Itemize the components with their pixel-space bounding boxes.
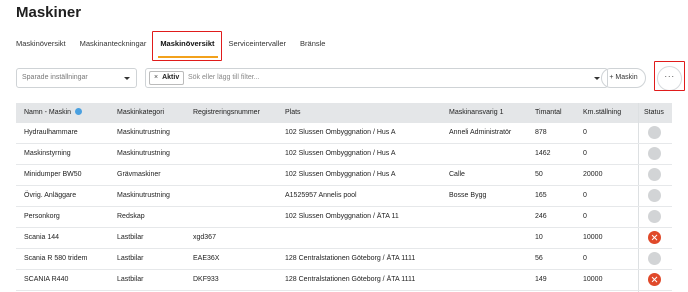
column-header-name[interactable]: Namn - Maskin (24, 103, 83, 123)
cell-km: 10000 (583, 276, 603, 283)
table-row[interactable]: Scania R 580 tridem Lastbilar EAE36X 128 Ce… (16, 249, 672, 270)
sort-icon[interactable] (75, 108, 83, 115)
table-header: Namn - Maskin Maskinkategori Registrerin… (16, 103, 672, 123)
toolbar: Sparade inställningar × Aktiv Sök eller l… (16, 66, 682, 91)
add-machine-button[interactable]: + Maskin (601, 68, 646, 88)
cell-category: Lastbilar (117, 255, 144, 262)
table-row[interactable]: Övrig. Anläggare Maskinutrustning A1525957… (16, 186, 672, 207)
cell-place: 128 Centralstationen Göteborg / ÄTA 1111 (285, 276, 416, 283)
cell-reg: EAE36X (193, 255, 220, 262)
cell-category: Maskinutrustning (117, 129, 170, 136)
filter-placeholder: Sök eller lägg till filter... (188, 74, 260, 81)
column-header-hours[interactable]: Timantal (535, 103, 562, 123)
tab-serviceintervaller[interactable]: Serviceintervaller (229, 33, 287, 55)
status-inactive-icon[interactable] (648, 210, 661, 223)
cell-reg: DKF933 (193, 276, 219, 283)
cell-name: Scania R 580 tridem (24, 255, 88, 262)
cell-km: 0 (583, 213, 587, 220)
cell-place: A1525957 Annelis pool (285, 192, 357, 199)
status-error-icon[interactable] (648, 231, 661, 244)
column-header-km[interactable]: Km.ställning (583, 103, 621, 123)
cell-km: 0 (583, 129, 587, 136)
saved-settings-select[interactable]: Sparade inställningar (16, 68, 137, 88)
cell-category: Redskap (117, 213, 145, 220)
cell-km: 10000 (583, 234, 603, 241)
tab-maskinoversikt[interactable]: Maskinöversikt (16, 33, 66, 55)
table-row[interactable]: Minidumper BW50 Grävmaskiner 102 Slussen O… (16, 165, 672, 186)
status-error-icon[interactable] (648, 273, 661, 286)
column-header-category[interactable]: Maskinkategori (117, 103, 164, 123)
cell-reg: xgd367 (193, 234, 216, 241)
cell-category: Maskinutrustning (117, 150, 170, 157)
filter-chip-label: Aktiv (162, 74, 180, 81)
table-row[interactable]: Hydraulhammare Maskinutrustning 102 Slusse… (16, 123, 672, 144)
column-header-reg[interactable]: Registreringsnummer (193, 103, 260, 123)
status-inactive-icon[interactable] (648, 252, 661, 265)
cell-place: 102 Slussen Ombyggnation / Hus A (285, 171, 396, 178)
status-inactive-icon[interactable] (648, 126, 661, 139)
cell-km: 20000 (583, 171, 603, 178)
cell-responsible: Anneli Administratör (449, 129, 512, 136)
cell-hours: 10 (535, 234, 543, 241)
cell-hours: 149 (535, 276, 547, 283)
column-header-status[interactable]: Status (644, 103, 664, 123)
cell-responsible: Bosse Bygg (449, 192, 487, 199)
cell-name: SCANIA R440 (24, 276, 69, 283)
cell-place: 102 Slussen Ombyggnation / ÄTA 11 (285, 213, 399, 220)
cell-name: Minidumper BW50 (24, 171, 82, 178)
cell-name: Hydraulhammare (24, 129, 78, 136)
table-row[interactable]: Scania 144 Lastbilar xgd367 10 10000 (16, 228, 672, 249)
cell-responsible: Calle (449, 171, 465, 178)
highlight-box-active-tab (152, 31, 222, 61)
cell-hours: 50 (535, 171, 543, 178)
chevron-down-icon (124, 77, 130, 80)
cell-place: 102 Slussen Ombyggnation / Hus A (285, 150, 396, 157)
table-row[interactable]: Personkorg Redskap 102 Slussen Ombyggnatio… (16, 207, 672, 228)
cell-category: Lastbilar (117, 276, 144, 283)
saved-settings-placeholder: Sparade inställningar (22, 74, 88, 81)
column-header-responsible[interactable]: Maskinansvarig 1 (449, 103, 503, 123)
cell-hours: 1462 (535, 150, 551, 157)
filter-chip-aktiv[interactable]: × Aktiv (149, 71, 185, 85)
cell-km: 0 (583, 150, 587, 157)
cell-place: 128 Centralstationen Göteborg / ÄTA 1111 (285, 255, 416, 262)
cell-km: 0 (583, 192, 587, 199)
close-icon[interactable]: × (154, 74, 158, 81)
highlight-box-more-button (654, 61, 685, 91)
column-header-place[interactable]: Plats (285, 103, 301, 123)
filter-input[interactable]: × Aktiv Sök eller lägg till filter... (145, 68, 608, 88)
table-row[interactable]: Maskinstyrning Maskinutrustning 102 Slusse… (16, 144, 672, 165)
cell-hours: 878 (535, 129, 547, 136)
cell-hours: 246 (535, 213, 547, 220)
page-title: Maskiner (16, 4, 82, 21)
cell-name: Scania 144 (24, 234, 60, 241)
cell-name: Maskinstyrning (24, 150, 71, 157)
cell-km: 0 (583, 255, 587, 262)
cell-category: Lastbilar (117, 234, 144, 241)
chevron-down-icon[interactable] (594, 77, 600, 80)
table-row[interactable]: SCANIA R440 Lastbilar DKF933 128 Centralsta… (16, 270, 672, 291)
status-inactive-icon[interactable] (648, 189, 661, 202)
cell-hours: 165 (535, 192, 547, 199)
tab-maskinanteckningar[interactable]: Maskinanteckningar (80, 33, 147, 55)
cell-name: Övrig. Anläggare (24, 192, 77, 199)
status-inactive-icon[interactable] (648, 168, 661, 181)
status-inactive-icon[interactable] (648, 147, 661, 160)
cell-name: Personkorg (24, 213, 60, 220)
cell-place: 102 Slussen Ombyggnation / Hus A (285, 129, 396, 136)
tab-bransle[interactable]: Bränsle (300, 33, 325, 55)
cell-category: Maskinutrustning (117, 192, 170, 199)
cell-category: Grävmaskiner (117, 171, 161, 178)
cell-hours: 56 (535, 255, 543, 262)
